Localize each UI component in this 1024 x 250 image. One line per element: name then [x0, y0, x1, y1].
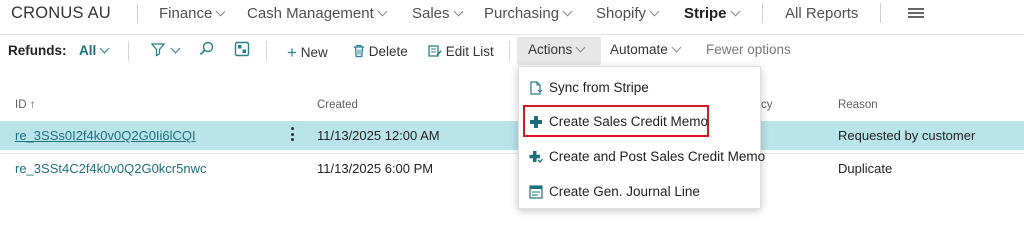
- table-row[interactable]: re_3SSt4C2f4k0v0Q2G0kcr5nwc 11/13/2025 6…: [0, 154, 1024, 183]
- top-navigation: CRONUS AU Finance Cash Management Sales …: [0, 0, 1024, 26]
- column-header-created[interactable]: Created: [317, 99, 358, 111]
- nav-item-stripe[interactable]: Stripe: [684, 5, 740, 22]
- sort-ascending-icon: ↑: [29, 99, 36, 111]
- company-name[interactable]: CRONUS AU: [11, 4, 111, 23]
- chevron-down-icon: [575, 42, 586, 53]
- actions-menu-button[interactable]: Actions: [517, 37, 601, 65]
- grid-view-icon: [234, 41, 250, 57]
- journal-icon: [529, 185, 543, 199]
- nav-item-finance[interactable]: Finance: [159, 5, 226, 22]
- menu-item-create-gen-journal-line[interactable]: Create Gen. Journal Line: [519, 177, 760, 207]
- reason-cell: Requested by customer: [838, 128, 976, 143]
- chevron-down-icon: [99, 43, 110, 54]
- nav-item-cash-management[interactable]: Cash Management: [247, 5, 388, 22]
- menu-item-sync-from-stripe[interactable]: Sync from Stripe: [519, 73, 760, 103]
- chevron-down-icon: [730, 6, 740, 17]
- automate-menu-button[interactable]: Automate: [610, 42, 682, 57]
- page-label: Refunds:: [8, 43, 67, 58]
- filter-pane-button[interactable]: [149, 40, 181, 61]
- plus-icon: +: [287, 43, 297, 62]
- trash-icon: [354, 44, 364, 58]
- nav-separator: [762, 3, 763, 23]
- refund-id-link[interactable]: re_3SSt4C2f4k0v0Q2G0kcr5nwc: [15, 161, 206, 176]
- chevron-down-icon: [215, 6, 226, 17]
- column-header-reason[interactable]: Reason: [838, 99, 878, 111]
- toolbar-separator: [509, 41, 510, 61]
- table-row[interactable]: re_3SSs0I2f4k0v0Q2G0Ii6lCQI 11/13/2025 1…: [0, 121, 1024, 150]
- chevron-down-icon: [649, 6, 660, 17]
- fewer-options-button[interactable]: Fewer options: [706, 42, 791, 57]
- chevron-down-icon: [671, 42, 682, 53]
- nav-item-all-reports[interactable]: All Reports: [785, 5, 858, 22]
- toolbar-separator: [128, 41, 129, 61]
- nav-separator: [880, 3, 881, 23]
- delete-button[interactable]: Delete: [353, 42, 408, 59]
- edit-list-button[interactable]: Edit List: [428, 42, 494, 59]
- analysis-mode-button[interactable]: [233, 40, 251, 61]
- highlight-annotation-box: [523, 105, 709, 137]
- chevron-down-icon: [170, 43, 181, 54]
- search-button[interactable]: [198, 40, 216, 61]
- nav-item-purchasing[interactable]: Purchasing: [484, 5, 573, 22]
- refund-id-link[interactable]: re_3SSs0I2f4k0v0Q2G0Ii6lCQI: [15, 128, 196, 143]
- chevron-down-icon: [562, 6, 573, 17]
- actions-dropdown-menu: Sync from Stripe Create Sales Credit Mem…: [518, 66, 765, 209]
- reason-cell: Duplicate: [838, 161, 893, 176]
- chevron-down-icon: [377, 6, 388, 17]
- action-bar: Refunds: All + New Delete Edit List Acti…: [0, 34, 1024, 66]
- filter-icon: [150, 43, 166, 57]
- row-actions-icon[interactable]: [289, 127, 295, 143]
- nav-item-shopify[interactable]: Shopify: [596, 5, 660, 22]
- created-cell: 11/13/2025 12:00 AM: [317, 128, 440, 143]
- plus-post-icon: [529, 151, 543, 163]
- menu-item-create-and-post-sales-credit-memo[interactable]: Create and Post Sales Credit Memo: [519, 142, 765, 172]
- view-filter-dropdown[interactable]: All: [79, 43, 110, 58]
- nav-item-sales[interactable]: Sales: [412, 5, 463, 22]
- new-button[interactable]: + New: [287, 42, 328, 62]
- document-sync-icon: [530, 81, 543, 95]
- column-header-id[interactable]: ID ↑: [15, 99, 35, 111]
- nav-separator: [137, 3, 138, 23]
- column-header-currency[interactable]: cy: [761, 99, 773, 111]
- chevron-down-icon: [453, 6, 463, 17]
- search-icon: [199, 41, 214, 56]
- created-cell: 11/13/2025 6:00 PM: [317, 161, 434, 176]
- edit-list-icon: [428, 45, 442, 57]
- toolbar-separator: [266, 41, 267, 61]
- hamburger-menu-icon[interactable]: [908, 8, 924, 18]
